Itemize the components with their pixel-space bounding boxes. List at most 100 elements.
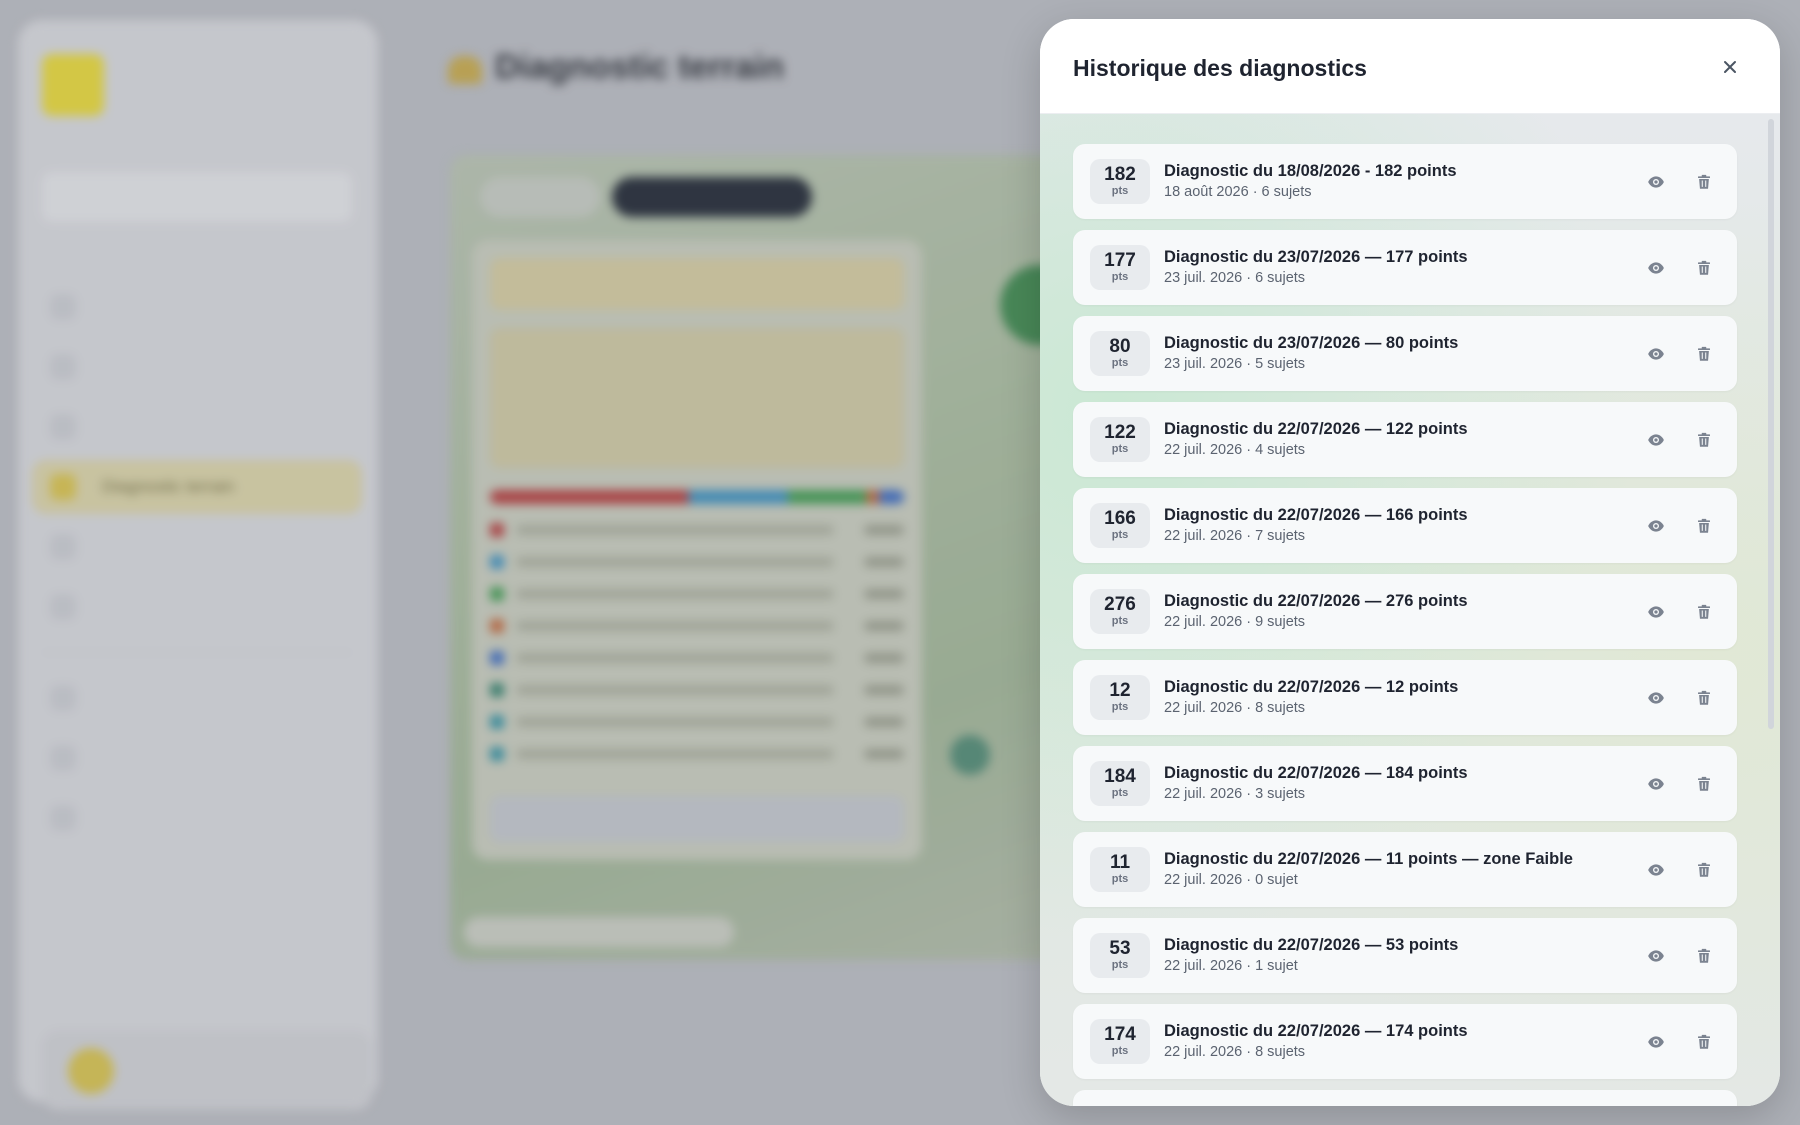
delete-button[interactable] [1686,250,1722,286]
points-unit: pts [1111,529,1129,541]
list-item[interactable] [1073,1090,1737,1106]
points-unit: pts [1111,873,1129,885]
delete-button[interactable] [1686,422,1722,458]
item-meta: 23 juil. 2026 · 5 sujets [1164,356,1306,372]
view-button[interactable] [1638,250,1674,286]
history-modal: Historique des diagnostics 182 pts Diagnos… [1040,19,1780,1106]
item-title: Diagnostic du 22/07/2026 — 276 points [1164,592,1468,610]
list-item[interactable]: 182 pts Diagnostic du 18/08/2026 - 182 poi… [1073,144,1737,219]
points-badge: 53 pts [1090,933,1150,978]
points-badge: 276 pts [1090,589,1150,634]
eye-icon [1648,175,1664,188]
trash-icon [1698,862,1710,877]
item-text: Diagnostic du 23/07/2026 — 177 points 23 … [1164,247,1638,288]
item-title: Diagnostic du 22/07/2026 — 174 points [1164,1022,1468,1040]
delete-button[interactable] [1686,680,1722,716]
points-unit: pts [1111,271,1129,283]
points-badge: 184 pts [1090,761,1150,806]
points-unit: pts [1111,357,1129,369]
eye-icon [1648,433,1664,446]
eye-icon [1648,863,1664,876]
points-count: 166 [1104,508,1136,529]
list-item[interactable]: 122 pts Diagnostic du 22/07/2026 — 122 poi… [1073,402,1737,477]
item-meta: 22 juil. 2026 · 8 sujets [1164,1044,1306,1060]
list-item[interactable]: 177 pts Diagnostic du 23/07/2026 — 177 poi… [1073,230,1737,305]
eye-icon [1648,605,1664,618]
item-title: Diagnostic du 23/07/2026 — 177 points [1164,248,1468,266]
item-text: Diagnostic du 22/07/2026 — 174 points 22 … [1164,1021,1638,1062]
delete-button[interactable] [1686,164,1722,200]
view-button[interactable] [1638,766,1674,802]
points-badge: 122 pts [1090,417,1150,462]
close-icon [1724,61,1736,73]
item-title: Diagnostic du 22/07/2026 — 122 points [1164,420,1468,438]
points-unit: pts [1111,1045,1129,1057]
trash-icon [1698,174,1710,189]
delete-button[interactable] [1686,336,1722,372]
list-item[interactable]: 11 pts Diagnostic du 22/07/2026 — 11 point… [1073,832,1737,907]
item-meta: 22 juil. 2026 · 3 sujets [1164,786,1306,802]
close-button[interactable] [1712,49,1748,85]
points-badge: 166 pts [1090,503,1150,548]
item-meta: 22 juil. 2026 · 8 sujets [1164,700,1306,716]
list-item[interactable]: 12 pts Diagnostic du 22/07/2026 — 12 point… [1073,660,1737,735]
view-button[interactable] [1638,164,1674,200]
delete-button[interactable] [1686,852,1722,888]
list-item[interactable]: 184 pts Diagnostic du 22/07/2026 — 184 poi… [1073,746,1737,821]
view-button[interactable] [1638,594,1674,630]
points-unit: pts [1111,443,1129,455]
points-badge: 177 pts [1090,245,1150,290]
delete-button[interactable] [1686,594,1722,630]
view-button[interactable] [1638,508,1674,544]
trash-icon [1698,432,1710,447]
view-button[interactable] [1638,680,1674,716]
modal-body[interactable]: 182 pts Diagnostic du 18/08/2026 - 182 poi… [1040,114,1780,1106]
view-button[interactable] [1638,938,1674,974]
view-button[interactable] [1638,1024,1674,1060]
trash-icon [1698,1034,1710,1049]
item-text: Diagnostic du 23/07/2026 — 80 points 23 j… [1164,333,1638,374]
points-unit: pts [1111,787,1129,799]
points-count: 80 [1109,336,1131,357]
item-meta: 22 juil. 2026 · 1 sujet [1164,958,1298,974]
item-meta: 22 juil. 2026 · 4 sujets [1164,442,1306,458]
points-badge: 182 pts [1090,159,1150,204]
list-item[interactable]: 276 pts Diagnostic du 22/07/2026 — 276 poi… [1073,574,1737,649]
trash-icon [1698,518,1710,533]
item-title: Diagnostic du 22/07/2026 — 53 points [1164,936,1459,954]
item-text: Diagnostic du 22/07/2026 — 12 points 22 j… [1164,677,1638,718]
modal-header: Historique des diagnostics [1040,19,1780,114]
points-badge: 174 pts [1090,1019,1150,1064]
points-count: 184 [1104,766,1136,787]
eye-icon [1648,949,1664,962]
list-item[interactable]: 174 pts Diagnostic du 22/07/2026 — 174 poi… [1073,1004,1737,1079]
list-item[interactable]: 80 pts Diagnostic du 23/07/2026 — 80 point… [1073,316,1737,391]
list-item[interactable]: 53 pts Diagnostic du 22/07/2026 — 53 point… [1073,918,1737,993]
eye-icon [1648,261,1664,274]
view-button[interactable] [1638,336,1674,372]
delete-button[interactable] [1686,508,1722,544]
eye-icon [1648,777,1664,790]
item-text: Diagnostic du 18/08/2026 - 182 points 18 … [1164,161,1638,202]
points-count: 122 [1104,422,1136,443]
scrollbar[interactable] [1768,119,1774,729]
eye-icon [1648,691,1664,704]
points-count: 53 [1109,938,1131,959]
points-count: 12 [1109,680,1131,701]
item-text: Diagnostic du 22/07/2026 — 166 points 22 … [1164,505,1638,546]
view-button[interactable] [1638,852,1674,888]
delete-button[interactable] [1686,1024,1722,1060]
trash-icon [1698,690,1710,705]
item-title: Diagnostic du 23/07/2026 — 80 points [1164,334,1459,352]
item-title: Diagnostic du 22/07/2026 — 12 points [1164,678,1459,696]
trash-icon [1698,346,1710,361]
points-count: 11 [1109,852,1131,873]
list-item[interactable]: 166 pts Diagnostic du 22/07/2026 — 166 poi… [1073,488,1737,563]
delete-button[interactable] [1686,766,1722,802]
item-text: Diagnostic du 22/07/2026 — 122 points 22 … [1164,419,1638,460]
delete-button[interactable] [1686,938,1722,974]
points-unit: pts [1111,615,1129,627]
trash-icon [1698,604,1710,619]
modal-title: Historique des diagnostics [1073,55,1367,81]
view-button[interactable] [1638,422,1674,458]
